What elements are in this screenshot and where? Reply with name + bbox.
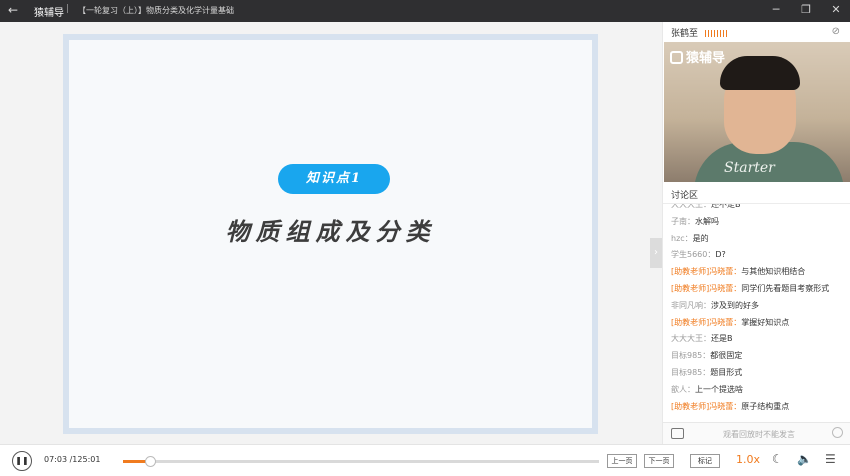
- camera-off-icon[interactable]: ⊘: [832, 26, 840, 37]
- chat-message: 大大大王：还是B: [671, 331, 847, 348]
- chat-username: 学生5660：: [671, 250, 716, 260]
- chat-username: 歆人：: [671, 384, 695, 394]
- chat-message: 目标985：都很固定: [671, 348, 847, 365]
- speed-button[interactable]: 1.0x: [736, 453, 760, 466]
- teacher-name: 张鹤至: [671, 29, 699, 39]
- collapse-sidebar-button[interactable]: ›: [650, 238, 662, 268]
- chat-text: 同学们先看题目考察形式: [741, 283, 830, 293]
- menu-icon[interactable]: ☰: [825, 452, 836, 466]
- chat-input-hint: 观看回放时不能发言: [723, 430, 795, 439]
- app-name: 猿辅导: [34, 8, 64, 19]
- slide: 知识点1 物质组成及分类: [69, 40, 592, 428]
- title-separator: |: [66, 4, 70, 14]
- chat-message: [助教老师]冯晓蕾：原子结构重点: [671, 399, 847, 416]
- chat-text: 水解吗: [695, 216, 719, 226]
- pause-button[interactable]: ❚❚: [12, 451, 32, 471]
- minimize-icon[interactable]: ─: [768, 2, 784, 18]
- progress-handle[interactable]: [144, 456, 156, 467]
- chat-text: D?: [715, 250, 726, 260]
- chat-username: 子南：: [671, 216, 695, 226]
- next-page-button[interactable]: 下一页: [644, 454, 674, 468]
- chat-message: hzc：是的: [671, 231, 847, 248]
- chat-message: [助教老师]冯晓蕾：同学们先看题目考察形式: [671, 281, 847, 298]
- chat-text: 还是B: [711, 334, 733, 344]
- chat-list[interactable]: 大大大王：还不走B 子南：水解吗 hzc：是的 学生5660：D? [助教老师]冯晓蕾：…: [671, 204, 847, 420]
- time-display: 07:03 /125:01: [44, 455, 100, 464]
- playback-controls: ❚❚ 07:03 /125:01 上一页 下一页 标记 1.0x ☾ 🔈 ☰: [0, 444, 850, 476]
- chat-text: 都很固定: [710, 351, 743, 361]
- current-time: 07:03: [44, 455, 68, 464]
- shirt-text: Starter: [724, 160, 775, 176]
- chat-message: 学生5660：D?: [671, 247, 847, 264]
- chat-username: 大大大王：: [671, 204, 711, 209]
- image-icon[interactable]: [671, 428, 684, 439]
- lesson-title: 【一轮复习（上）】物质分类及化学计量基础: [78, 6, 234, 15]
- teacher-row: 张鹤至: [671, 26, 727, 39]
- total-time: /125:01: [69, 455, 101, 464]
- title-bar: ← 猿辅导 | 【一轮复习（上）】物质分类及化学计量基础 ─ ❐ ✕: [0, 0, 850, 22]
- chat-text: 是的: [692, 233, 709, 243]
- mark-button[interactable]: 标记: [690, 454, 720, 468]
- chat-message: 大大大王：还不走B: [671, 204, 847, 214]
- night-mode-icon[interactable]: ☾: [772, 452, 783, 466]
- chat-message: [助教老师]冯晓蕾：掌握好知识点: [671, 315, 847, 332]
- discussion-title: 讨论区: [671, 191, 699, 201]
- chat-input-bar: 观看回放时不能发言: [663, 422, 850, 444]
- chat-username: [助教老师]冯晓蕾：: [671, 283, 742, 293]
- chat-message: 目标985：题目形式: [671, 365, 847, 382]
- chat-text: 与其他知识相结合: [741, 267, 806, 277]
- chat-text: 涉及到的好多: [711, 300, 759, 310]
- chat-username: [助教老师]冯晓蕾：: [671, 267, 742, 277]
- slide-title: 物质组成及分类: [225, 217, 436, 246]
- prev-page-button[interactable]: 上一页: [607, 454, 637, 468]
- sidebar: 张鹤至 ⊘ Starter 猿辅导 讨论区 大大大王：还不走B 子南：水解吗 hzc…: [662, 22, 850, 444]
- logo-icon: [670, 51, 683, 64]
- chat-username: [助教老师]冯晓蕾：: [671, 317, 742, 327]
- chat-message: 歆人：上一个提选啥: [671, 382, 847, 399]
- close-icon[interactable]: ✕: [828, 2, 844, 18]
- volume-level-icon: [704, 30, 727, 37]
- teacher-webcam: Starter 猿辅导: [664, 42, 850, 182]
- chat-username: 目标985：: [671, 367, 711, 377]
- chat-username: 目标985：: [671, 351, 711, 361]
- chat-username: 大大大王：: [671, 334, 711, 344]
- chat-message: 子南：水解吗: [671, 214, 847, 231]
- chat-text: 还不走B: [711, 204, 741, 209]
- chat-username: 非同凡响：: [671, 300, 711, 310]
- volume-icon[interactable]: 🔈: [797, 452, 812, 466]
- chat-text: 上一个提选啥: [695, 384, 743, 394]
- chat-text: 掌握好知识点: [741, 317, 790, 327]
- progress-bar[interactable]: [123, 456, 599, 467]
- disabled-icon: [832, 427, 843, 438]
- back-arrow-icon[interactable]: ←: [8, 3, 18, 17]
- chat-message: [助教老师]冯晓蕾：与其他知识相结合: [671, 264, 847, 281]
- chat-text: 题目形式: [710, 367, 743, 377]
- restore-icon[interactable]: ❐: [798, 2, 814, 18]
- knowledge-point-badge: 知识点1: [278, 164, 390, 194]
- chevron-right-icon: ›: [654, 247, 658, 258]
- chat-username: [助教老师]冯晓蕾：: [671, 401, 742, 411]
- chat-username: hzc：: [671, 233, 693, 243]
- webcam-logo: 猿辅导: [670, 47, 725, 66]
- video-area[interactable]: 知识点1 物质组成及分类 ›: [0, 22, 662, 444]
- slide-frame: 知识点1 物质组成及分类: [63, 34, 598, 434]
- chat-message: 非同凡响：涉及到的好多: [671, 298, 847, 315]
- chat-text: 原子结构重点: [741, 401, 790, 411]
